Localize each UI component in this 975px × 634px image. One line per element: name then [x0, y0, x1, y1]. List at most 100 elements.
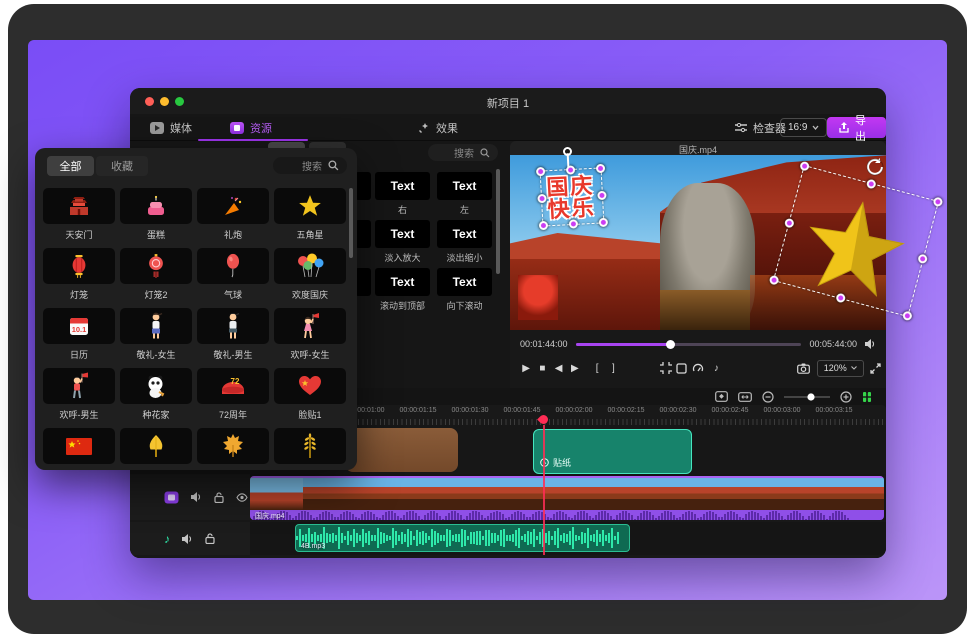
window-titlebar[interactable]: 新项目 1 [130, 88, 886, 114]
selection-handle-tl[interactable] [536, 167, 545, 176]
clock-icon [540, 458, 549, 467]
text-preset-tile-滚动到顶部[interactable]: Text [375, 268, 430, 296]
sticker-item-欢呼-男生[interactable]: 欢呼-男生 [43, 368, 115, 428]
preview-progress-bar[interactable] [576, 343, 802, 346]
sticker-item-欢度国庆[interactable]: 欢度国庆 [274, 248, 346, 308]
sticker-item-敬礼-男生[interactable]: 敬礼-男生 [197, 308, 269, 368]
sticker-item-种花家[interactable]: 种花家 [120, 368, 192, 428]
fullscreen-icon[interactable] [870, 363, 886, 374]
close-window-button[interactable] [145, 97, 154, 106]
zoom-in-icon[interactable] [840, 391, 852, 403]
sticker-item-气球[interactable]: 气球 [197, 248, 269, 308]
preview-scrub-row: 00:01:44:00 00:05:44:00 [510, 335, 886, 353]
tab-effects[interactable]: 效果 [418, 119, 458, 137]
inspector-button[interactable]: 检查器 [735, 120, 786, 136]
music-icon[interactable]: ♪ [708, 363, 724, 374]
sticker-item-灯笼2[interactable]: 灯笼2 [120, 248, 192, 308]
zoom-out-icon[interactable] [762, 391, 774, 403]
sticker-item-礼炮[interactable]: 礼炮 [197, 188, 269, 248]
progress-knob[interactable] [666, 340, 675, 349]
star-rotate-handle[interactable] [866, 158, 884, 176]
playback-controls: ▶ ■ ◀ ▶ [ ] ♪ 120% [510, 355, 886, 381]
volume-icon[interactable] [865, 339, 876, 349]
sticker-name: 脸贴1 [274, 408, 346, 421]
crop-icon[interactable] [660, 362, 676, 374]
sticker-search[interactable]: 搜索 [273, 157, 347, 174]
video-thumbnail [250, 478, 303, 510]
text-presets-scrollbar[interactable] [496, 169, 500, 274]
timeline-clip-audio[interactable]: 4B.mp3 [295, 524, 630, 552]
sticker-item[interactable] [197, 428, 269, 470]
text-preset-tile-partial[interactable] [355, 220, 371, 248]
video-thumbnail [356, 478, 409, 510]
text-preset-name: 向下滚动 [437, 299, 492, 312]
playhead-line[interactable] [543, 425, 545, 555]
tab-media[interactable]: 媒体 [150, 119, 192, 137]
sticker-item-蛋糕[interactable]: 蛋糕 [120, 188, 192, 248]
sticker-item[interactable] [120, 428, 192, 470]
mute-track-icon[interactable] [191, 492, 202, 502]
play-button[interactable]: ▶ [518, 363, 534, 374]
ruler-label: 00:00:02:45 [712, 407, 749, 414]
selection-handle-ml[interactable] [537, 194, 546, 203]
timeline-clip-video[interactable]: 国庆.mp4 [250, 476, 884, 520]
sticker-tab-all[interactable]: 全部 [47, 156, 94, 176]
text-preset-tile-左[interactable]: Text [437, 172, 492, 200]
sticker-item-天安门[interactable]: 天安门 [43, 188, 115, 248]
snapshot-camera-icon[interactable] [797, 363, 813, 374]
sticker-item-72周年[interactable]: 7272周年 [197, 368, 269, 428]
sticker-tab-favorites[interactable]: 收藏 [96, 156, 148, 176]
text-selection-box[interactable] [540, 167, 605, 226]
balloons-icon [274, 248, 346, 284]
step-forward-button[interactable]: ▶ [567, 363, 583, 374]
effects-icon [418, 122, 430, 134]
minimize-window-button[interactable] [160, 97, 169, 106]
timeline-clip-sticker[interactable]: 贴纸 [533, 429, 692, 474]
sticker-item-日历[interactable]: 10.1日历 [43, 308, 115, 368]
tab-resources[interactable]: 资源 [230, 119, 272, 137]
aspect-ratio-dropdown[interactable]: 16:9 [780, 118, 827, 137]
sticker-item-灯笼[interactable]: 灯笼 [43, 248, 115, 308]
sticker-item[interactable] [274, 428, 346, 470]
mark-out-button[interactable]: ] [605, 363, 621, 374]
sticker-grid: 天安门蛋糕礼炮五角星灯笼灯笼2气球欢度国庆10.1日历敬礼-女生敬礼-男生欢呼-… [43, 188, 349, 470]
fit-timeline-icon[interactable] [738, 392, 752, 402]
preview-zoom-dropdown[interactable]: 120% [817, 360, 864, 377]
sticker-item-敬礼-女生[interactable]: 敬礼-女生 [120, 308, 192, 368]
timeline-zoom-slider[interactable] [784, 392, 830, 402]
text-preset-name: 淡入放大 [375, 251, 430, 264]
star-element[interactable] [799, 192, 912, 302]
sticker-scrollbar[interactable] [349, 188, 353, 258]
export-button[interactable]: 导出 [827, 117, 886, 138]
lock-track-icon[interactable] [214, 492, 224, 503]
text-preset-tile-partial[interactable] [355, 172, 371, 200]
text-preset-tile-向下滚动[interactable]: Text [437, 268, 492, 296]
mute-track-icon[interactable] [182, 534, 193, 544]
share-up-icon [839, 122, 849, 133]
text-rotate-handle[interactable] [563, 147, 572, 156]
sticker-item-五角星[interactable]: 五角星 [274, 188, 346, 248]
audio-meter-icon[interactable] [862, 391, 872, 403]
text-preset-tile-淡出缩小[interactable]: Text [437, 220, 492, 248]
text-preset-tile-淡入放大[interactable]: Text [375, 220, 430, 248]
video-thumbnail [515, 478, 568, 510]
sticker-item[interactable] [43, 428, 115, 470]
text-presets-search[interactable]: 搜索 [428, 144, 498, 161]
lock-track-icon[interactable] [205, 533, 215, 544]
timeline-clip-effect[interactable] [345, 428, 458, 472]
maximize-window-button[interactable] [175, 97, 184, 106]
text-preset-name: 滚动到顶部 [375, 299, 430, 312]
text-preset-tile-右[interactable]: Text [375, 172, 430, 200]
text-preset-name: 右 [375, 203, 430, 216]
stop-button[interactable]: ■ [534, 363, 550, 374]
video-thumbnail [568, 478, 621, 510]
canvas-icon[interactable] [676, 363, 692, 374]
sticker-item-脸贴1[interactable]: 脸贴1 [274, 368, 346, 428]
text-preset-tile-partial[interactable] [355, 268, 371, 296]
hide-track-icon[interactable] [236, 493, 248, 502]
step-back-button[interactable]: ◀ [551, 363, 567, 374]
speed-icon[interactable] [692, 362, 708, 374]
sticker-item-欢呼-女生[interactable]: 欢呼-女生 [274, 308, 346, 368]
keyframe-icon[interactable] [715, 391, 728, 402]
mark-in-button[interactable]: [ [589, 363, 605, 374]
